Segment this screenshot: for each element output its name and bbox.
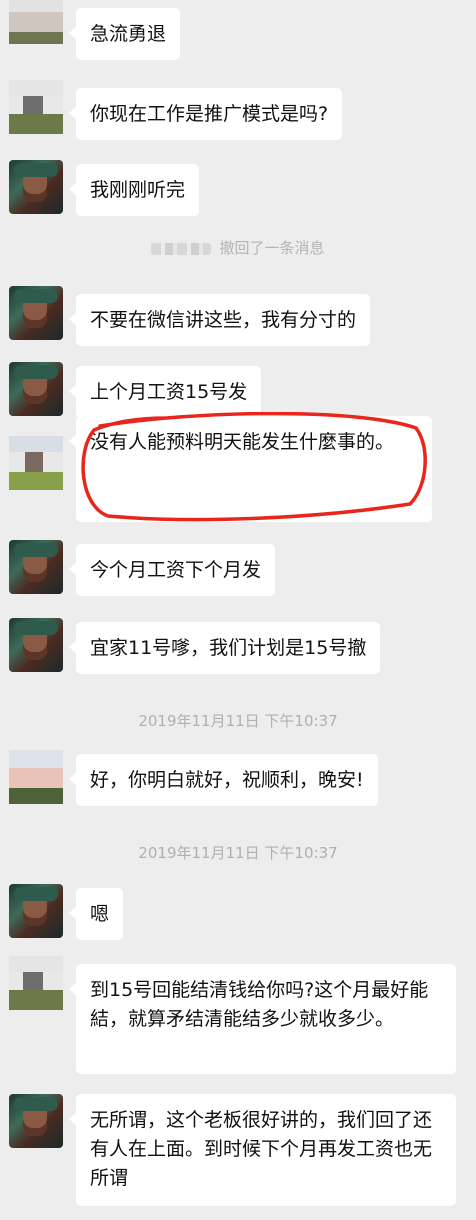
avatar[interactable] (9, 286, 63, 340)
avatar[interactable] (9, 884, 63, 938)
message-bubble[interactable]: 不要在微信讲这些，我有分寸的 (68, 294, 371, 346)
message-bubble[interactable]: 没有人能预料明天能发生什麼事的。 (69, 416, 432, 522)
avatar[interactable] (9, 362, 63, 416)
avatar[interactable] (9, 160, 63, 214)
avatar[interactable] (9, 540, 63, 594)
avatar[interactable] (9, 0, 63, 44)
recall-notice: 撤回了一条消息 (0, 237, 476, 258)
message-bubble[interactable]: 宜家11号嗲，我们计划是15号撤 (68, 622, 381, 674)
avatar[interactable] (9, 436, 63, 490)
timestamp: 2019年11月11日 下午10:37 (138, 712, 338, 730)
blurred-name (151, 242, 212, 255)
message-bubble[interactable]: 无所谓，这个老板很好讲的，我们回了还有人在上面。到时候下个月再发工资也无所谓 (69, 1094, 456, 1206)
message-bubble[interactable]: 今个月工资下个月发 (68, 544, 276, 596)
message-bubble[interactable]: 嗯 (68, 888, 124, 940)
message-bubble[interactable]: 你现在工作是推广模式是吗? (68, 88, 343, 140)
message-bubble[interactable]: 急流勇退 (68, 8, 181, 60)
message-bubble[interactable]: 到15号回能结清钱给你吗?这个月最好能結，就算矛结清能结多少就收多少。 (69, 964, 456, 1074)
message-bubble[interactable]: 好，你明白就好，祝顺利，晚安! (69, 754, 378, 806)
avatar[interactable] (9, 618, 63, 672)
avatar[interactable] (9, 80, 63, 134)
message-bubble[interactable]: 上个月工资15号发 (68, 366, 262, 418)
avatar[interactable] (9, 1094, 63, 1148)
avatar[interactable] (9, 956, 63, 1010)
message-bubble[interactable]: 我刚刚听完 (68, 164, 200, 216)
avatar[interactable] (9, 750, 63, 804)
timestamp: 2019年11月11日 下午10:37 (138, 844, 338, 862)
